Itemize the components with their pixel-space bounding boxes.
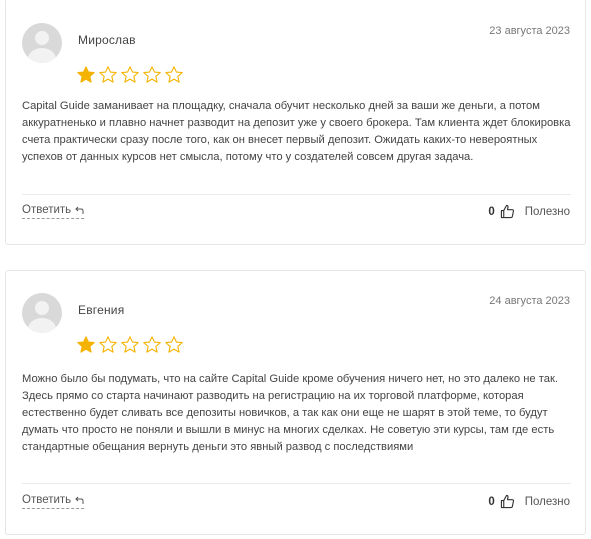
star-empty-icon [165,66,183,83]
rating-stars [76,335,184,355]
reply-label: Ответить [22,494,72,506]
vote-block: 0 Полезно [488,204,570,219]
reply-button[interactable]: Ответить [22,494,85,509]
star-empty-icon [121,336,139,353]
useful-button[interactable]: Полезно [525,496,570,508]
star-empty-icon [99,336,117,353]
star-empty-icon [165,336,183,353]
review-text: Можно было бы подумать, что на сайте Cap… [22,373,558,453]
reply-label: Ответить [22,204,72,216]
reply-arrow-icon [75,496,84,504]
like-count: 0 [488,495,495,508]
avatar [22,293,62,333]
vote-block: 0 Полезно [488,494,570,509]
reply-arrow-icon [75,206,84,214]
useful-button[interactable]: Полезно [525,206,570,218]
review-card: Евгения 24 августа 2023 Можно было бы по… [5,270,586,535]
rating-stars [76,65,184,85]
divider [22,194,571,195]
avatar-head [35,301,49,315]
avatar-body [28,48,56,63]
review-author: Евгения [78,303,125,317]
divider [22,483,571,484]
review-author: Мирослав [78,33,136,47]
thumbs-up-icon[interactable] [500,204,515,219]
star-empty-icon [121,66,139,83]
reply-button[interactable]: Ответить [22,204,85,219]
star-empty-icon [99,66,117,83]
star-filled-icon [77,336,95,353]
star-filled-icon [77,66,95,83]
avatar-body [28,318,56,333]
review-card: Мирослав 23 августа 2023 Capital Guide з… [5,0,586,245]
star-empty-icon [143,336,161,353]
review-date: 23 августа 2023 [489,25,570,37]
review-date: 24 августа 2023 [489,295,570,307]
avatar-head [35,31,49,45]
star-empty-icon [143,66,161,83]
avatar [22,23,62,63]
like-count: 0 [488,205,495,218]
review-text: Capital Guide заманивает на площадку, сн… [22,100,571,163]
thumbs-up-icon[interactable] [500,494,515,509]
